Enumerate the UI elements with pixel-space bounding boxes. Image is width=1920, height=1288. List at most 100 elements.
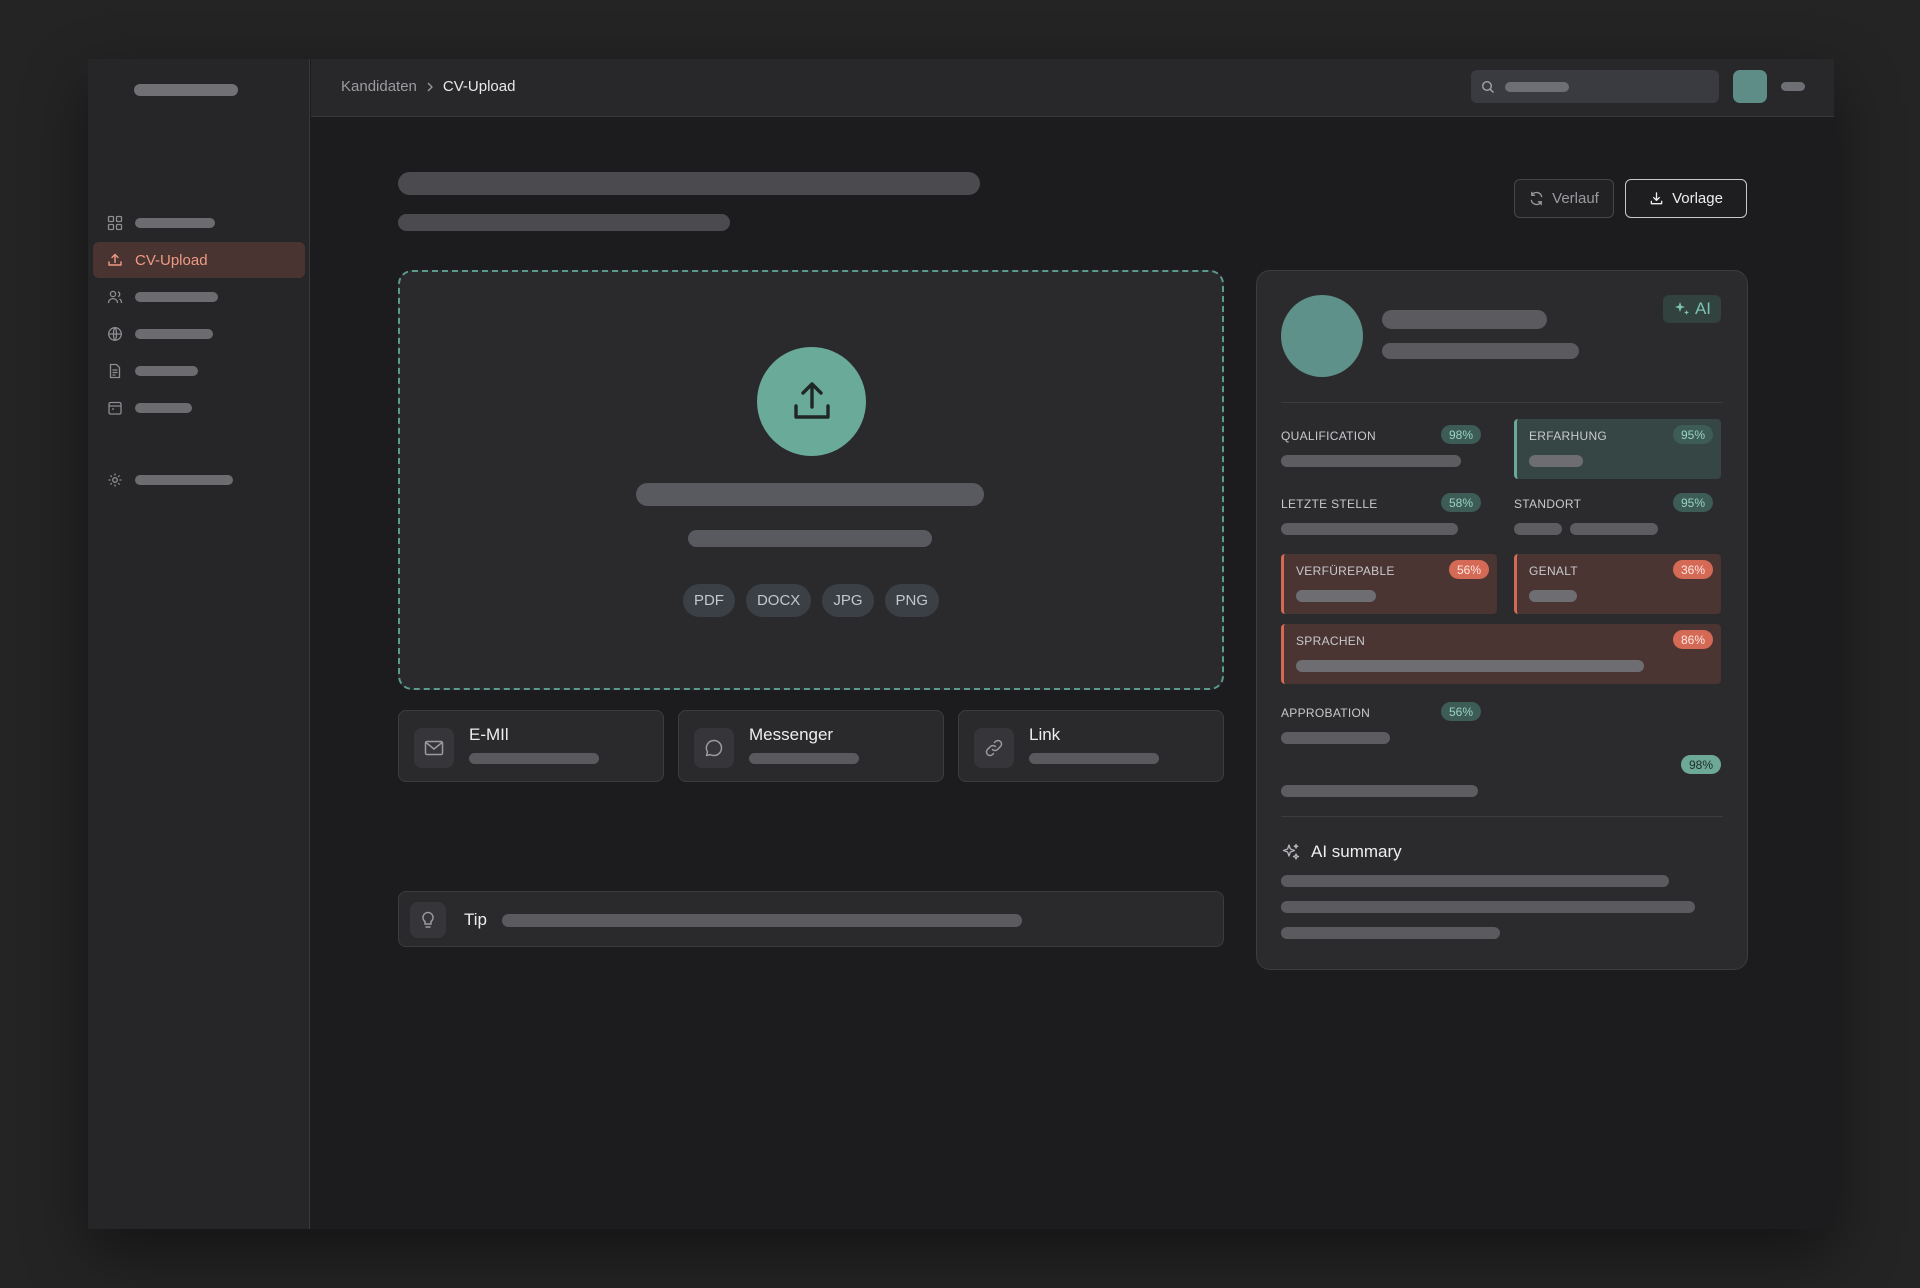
metric-overall: 98% xyxy=(1281,755,1721,805)
sidebar-item-placeholder xyxy=(135,366,198,376)
sidebar-item-dashboard[interactable] xyxy=(93,205,305,241)
metric-approbation: APPROBATION 56% xyxy=(1281,702,1489,752)
channel-card-email[interactable]: E-MIl xyxy=(398,710,664,782)
dropzone-title-placeholder xyxy=(636,483,984,506)
calendar-icon xyxy=(108,401,122,415)
metric-label: VERFÜREPABLE xyxy=(1296,564,1395,578)
mail-icon xyxy=(424,740,444,756)
sidebar-item-globe[interactable] xyxy=(93,316,305,352)
sidebar-item-placeholder xyxy=(135,292,218,302)
history-button-label: Verlauf xyxy=(1552,190,1599,207)
metric-standort: STANDORT 95% xyxy=(1514,493,1721,543)
ai-badge-label: AI xyxy=(1694,299,1712,318)
template-download-button[interactable]: Vorlage xyxy=(1625,179,1747,218)
sidebar-item-label: CV-Upload xyxy=(135,251,208,269)
metric-percentage: 86% xyxy=(1672,630,1713,649)
channel-label: Messenger xyxy=(749,725,834,744)
format-chip: JPG xyxy=(822,584,874,617)
metric-percentage: 98% xyxy=(1680,755,1721,774)
format-chip: PDF xyxy=(682,584,735,617)
search-input[interactable] xyxy=(1471,70,1719,103)
channel-card-link[interactable]: Link xyxy=(958,710,1224,782)
metric-label: LETZTE STELLE xyxy=(1281,497,1378,511)
metric-label: STANDORT xyxy=(1514,497,1582,511)
search-icon xyxy=(1481,80,1494,93)
metric-percentage: 95% xyxy=(1672,425,1713,444)
document-icon xyxy=(109,363,121,379)
users-icon xyxy=(107,290,123,304)
divider xyxy=(1281,402,1723,403)
channel-detail-placeholder xyxy=(1029,753,1159,764)
tip-banner: Tip xyxy=(398,891,1224,947)
ai-summary-line-placeholder xyxy=(1281,875,1669,887)
main-content: Verlauf Vorlage PDF DOCX JPG PNG E-MIl M… xyxy=(311,118,1834,1229)
metric-value-placeholder xyxy=(1281,523,1458,535)
sidebar-item-settings[interactable] xyxy=(93,462,305,498)
lightbulb-icon xyxy=(422,911,434,928)
metric-value-placeholder xyxy=(1529,455,1583,467)
channel-label: Link xyxy=(1029,725,1061,744)
format-chip: PNG xyxy=(884,584,940,617)
refresh-icon xyxy=(1530,191,1543,206)
metric-value-placeholder xyxy=(1281,732,1390,744)
upload-icon xyxy=(793,381,830,419)
divider xyxy=(1281,816,1723,817)
metric-percentage: 95% xyxy=(1672,493,1713,512)
metric-percentage: 58% xyxy=(1440,493,1481,512)
metric-label: ERFARHUNG xyxy=(1529,429,1608,443)
metric-value-placeholder xyxy=(1529,590,1577,602)
breadcrumb-parent[interactable]: Kandidaten xyxy=(341,78,417,95)
channel-detail-placeholder xyxy=(749,753,859,764)
tip-label: Tip xyxy=(464,910,487,929)
tip-icon-box xyxy=(410,902,446,938)
cv-dropzone[interactable]: PDF DOCX JPG PNG xyxy=(398,270,1224,690)
user-menu-placeholder[interactable] xyxy=(1781,82,1805,91)
link-icon xyxy=(985,739,1003,757)
sidebar-item-placeholder xyxy=(135,475,233,485)
metric-label: APPROBATION xyxy=(1281,706,1371,720)
topbar: Kandidaten CV-Upload xyxy=(311,59,1834,117)
sidebar-item-documents[interactable] xyxy=(93,353,305,389)
ai-summary-title: AI summary xyxy=(1311,842,1402,861)
metric-label: SPRACHEN xyxy=(1296,634,1366,648)
breadcrumb-current: CV-Upload xyxy=(442,78,516,95)
dropzone-subtitle-placeholder xyxy=(688,530,932,547)
metric-label: GENALT xyxy=(1529,564,1578,578)
candidate-name-placeholder xyxy=(1382,310,1547,329)
metric-percentage: 56% xyxy=(1448,560,1489,579)
metric-value-placeholder xyxy=(1570,523,1658,535)
channel-icon-box xyxy=(974,728,1014,768)
channel-icon-box xyxy=(414,728,454,768)
page-subtitle-placeholder xyxy=(398,214,730,231)
metric-value-placeholder xyxy=(1514,523,1562,535)
metric-percentage: 56% xyxy=(1440,702,1481,721)
channel-card-messenger[interactable]: Messenger xyxy=(678,710,944,782)
sidebar-item-candidates[interactable] xyxy=(93,279,305,315)
ai-badge: AI xyxy=(1663,295,1721,323)
upload-button[interactable] xyxy=(757,347,866,456)
history-button[interactable]: Verlauf xyxy=(1514,179,1614,218)
sidebar-item-placeholder xyxy=(135,403,192,413)
metric-erfahrung: ERFARHUNG 95% xyxy=(1514,419,1721,479)
metric-value-placeholder xyxy=(1296,660,1644,672)
channel-detail-placeholder xyxy=(469,753,599,764)
metric-value-placeholder xyxy=(1281,785,1478,797)
metric-percentage: 98% xyxy=(1440,425,1481,444)
gear-icon xyxy=(108,473,122,487)
sidebar-item-calendar[interactable] xyxy=(93,390,305,426)
sidebar-item-cv-upload[interactable]: CV-Upload xyxy=(93,242,305,278)
metric-value-placeholder xyxy=(1281,455,1461,467)
app-window: CV-Upload Kandidaten CV-Upload Verlauf V… xyxy=(88,59,1834,1229)
channel-label: E-MIl xyxy=(469,725,509,744)
grid-icon xyxy=(107,215,123,231)
metric-qualification: QUALIFICATION 98% xyxy=(1281,425,1489,483)
globe-icon xyxy=(108,327,122,341)
candidate-analysis-panel: AI QUALIFICATION 98% ERFARHUNG 95% LETZT… xyxy=(1256,270,1748,970)
sidebar: CV-Upload xyxy=(88,59,310,1229)
ai-summary-line-placeholder xyxy=(1281,927,1500,939)
metric-gehalt: GENALT 36% xyxy=(1514,554,1721,614)
format-chip: DOCX xyxy=(745,584,812,617)
page-title-placeholder xyxy=(398,172,980,195)
upload-icon xyxy=(108,253,122,266)
avatar[interactable] xyxy=(1733,70,1767,103)
